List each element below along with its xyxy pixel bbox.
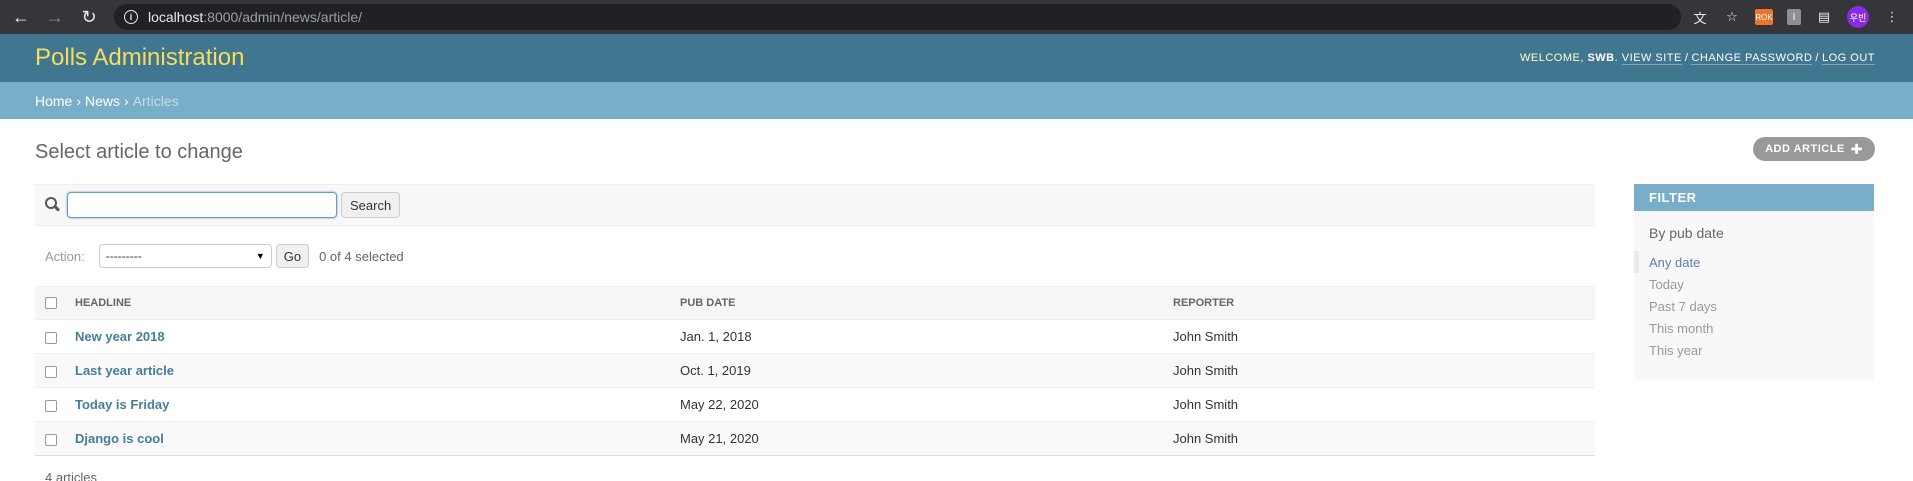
go-button[interactable]: Go bbox=[275, 244, 310, 268]
reload-icon[interactable]: ↻ bbox=[76, 4, 102, 30]
change-password-link[interactable]: Change password bbox=[1691, 52, 1813, 65]
add-article-button[interactable]: Add article ✚ bbox=[1753, 137, 1875, 161]
filter-panel: Filter By pub date Any date Today Past 7… bbox=[1634, 184, 1874, 380]
filter-option-label[interactable]: This month bbox=[1649, 321, 1713, 336]
pub-date-cell: May 22, 2020 bbox=[680, 387, 1173, 422]
select-all-checkbox[interactable] bbox=[45, 297, 57, 310]
pub-date-cell: Jan. 1, 2018 bbox=[680, 319, 1173, 354]
add-article-label: Add article bbox=[1765, 143, 1845, 155]
headline-link[interactable]: Django is cool bbox=[75, 431, 164, 446]
extension-orange-icon[interactable]: ROK bbox=[1755, 9, 1773, 25]
address-bar[interactable]: i localhost:8000/admin/news/article/ bbox=[114, 4, 1681, 30]
translate-icon[interactable]: 文 bbox=[1691, 8, 1709, 26]
action-label: Action: bbox=[45, 248, 85, 264]
forward-arrow-icon[interactable]: → bbox=[42, 4, 68, 30]
filter-options: Any date Today Past 7 days This month Th… bbox=[1634, 251, 1874, 361]
browser-toolbar: ← → ↻ i localhost:8000/admin/news/articl… bbox=[0, 0, 1913, 34]
filter-option-this-year[interactable]: This year bbox=[1634, 339, 1874, 361]
log-out-link[interactable]: Log out bbox=[1821, 52, 1875, 65]
table-row: Django is cool May 21, 2020 John Smith bbox=[35, 421, 1595, 456]
column-header-headline[interactable]: Headline bbox=[75, 286, 680, 320]
plus-icon: ✚ bbox=[1850, 140, 1863, 157]
url-host: localhost bbox=[148, 9, 204, 25]
menu-kebab-icon[interactable]: ⋮ bbox=[1883, 8, 1901, 26]
breadcrumb-home[interactable]: Home bbox=[35, 93, 72, 109]
reporter-cell: John Smith bbox=[1173, 387, 1595, 422]
url-path: :8000/admin/news/article/ bbox=[203, 9, 363, 25]
filter-option-past-7-days[interactable]: Past 7 days bbox=[1634, 295, 1874, 317]
admin-header: Polls Administration Welcome, SWB. View … bbox=[0, 34, 1913, 82]
search-icon bbox=[45, 197, 61, 213]
filter-option-label[interactable]: Today bbox=[1649, 277, 1684, 292]
row-checkbox[interactable] bbox=[45, 365, 57, 378]
tab-search-icon[interactable]: ▤ bbox=[1815, 8, 1833, 26]
reporter-cell: John Smith bbox=[1173, 421, 1595, 456]
filter-option-label[interactable]: Past 7 days bbox=[1649, 299, 1717, 314]
row-checkbox[interactable] bbox=[45, 331, 57, 344]
paginator: 4 articles bbox=[45, 470, 98, 481]
selection-counter: 0 of 4 selected bbox=[319, 248, 404, 264]
search-button[interactable]: Search bbox=[341, 192, 401, 218]
search-toolbar: Search bbox=[35, 184, 1595, 226]
filter-option-this-month[interactable]: This month bbox=[1634, 317, 1874, 339]
row-checkbox[interactable] bbox=[45, 399, 57, 412]
table-row: Last year article Oct. 1, 2019 John Smit… bbox=[35, 353, 1595, 388]
extension-gray-icon[interactable]: I bbox=[1787, 9, 1801, 25]
breadcrumb: Home › News › Articles bbox=[0, 82, 1913, 119]
dropdown-arrow-icon: ▼ bbox=[255, 251, 265, 261]
action-selected-option: --------- bbox=[105, 249, 142, 263]
filter-option-label[interactable]: This year bbox=[1649, 343, 1702, 358]
back-arrow-icon[interactable]: ← bbox=[8, 4, 34, 30]
username: SWB bbox=[1587, 52, 1615, 64]
reporter-cell: John Smith bbox=[1173, 319, 1595, 354]
headline-link[interactable]: Last year article bbox=[75, 363, 174, 378]
table-header-row: Headline Pub date Reporter bbox=[35, 286, 1595, 320]
filter-option-any-date[interactable]: Any date bbox=[1634, 251, 1874, 273]
browser-extensions: 文 ☆ ROK I ▤ 우빈 ⋮ bbox=[1691, 6, 1901, 28]
row-checkbox[interactable] bbox=[45, 433, 57, 446]
breadcrumb-news[interactable]: News bbox=[85, 93, 120, 109]
page-title: Select article to change bbox=[35, 141, 243, 163]
column-header-pub-date[interactable]: Pub date bbox=[680, 286, 1173, 320]
filter-option-label[interactable]: Any date bbox=[1649, 255, 1700, 270]
headline-link[interactable]: New year 2018 bbox=[75, 329, 165, 344]
breadcrumb-current: Articles bbox=[132, 92, 179, 109]
user-tools: Welcome, SWB. View site / Change password /… bbox=[1519, 52, 1875, 65]
table-row: New year 2018 Jan. 1, 2018 John Smith bbox=[35, 319, 1595, 354]
pub-date-cell: May 21, 2020 bbox=[680, 421, 1173, 456]
table-row: Today is Friday May 22, 2020 John Smith bbox=[35, 387, 1595, 422]
column-header-reporter[interactable]: Reporter bbox=[1173, 286, 1595, 320]
search-input[interactable] bbox=[67, 192, 337, 218]
view-site-link[interactable]: View site bbox=[1621, 52, 1682, 65]
welcome-text: Welcome, bbox=[1519, 52, 1584, 64]
pub-date-cell: Oct. 1, 2019 bbox=[680, 353, 1173, 388]
filter-option-today[interactable]: Today bbox=[1634, 273, 1874, 295]
filter-title: Filter bbox=[1634, 184, 1874, 211]
results-table: Headline Pub date Reporter New year 2018… bbox=[35, 286, 1595, 456]
site-info-icon[interactable]: i bbox=[124, 10, 138, 24]
site-name[interactable]: Polls Administration bbox=[35, 44, 244, 72]
profile-avatar[interactable]: 우빈 bbox=[1847, 6, 1869, 28]
changelist: Search Action: --------- ▼ Go 0 of 4 sel… bbox=[35, 184, 1595, 481]
headline-link[interactable]: Today is Friday bbox=[75, 397, 169, 412]
action-select[interactable]: --------- ▼ bbox=[98, 244, 272, 268]
filter-heading: By pub date bbox=[1649, 225, 1724, 241]
actions-bar: Action: --------- ▼ Go 0 of 4 selected bbox=[35, 226, 1595, 286]
reporter-cell: John Smith bbox=[1173, 353, 1595, 388]
bookmark-star-icon[interactable]: ☆ bbox=[1723, 8, 1741, 26]
